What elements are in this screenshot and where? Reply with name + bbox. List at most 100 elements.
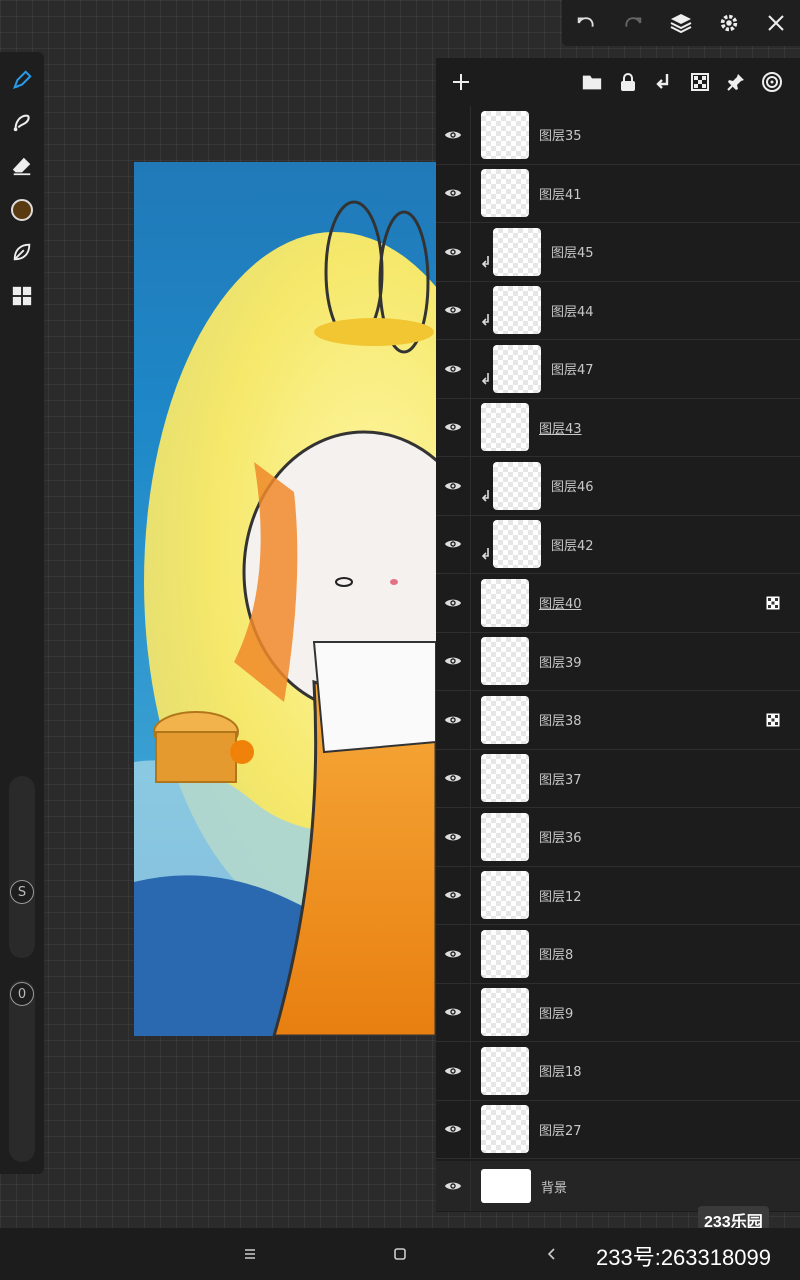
layer-name: 图层38	[539, 714, 582, 730]
visibility-eye-icon[interactable]	[436, 1122, 470, 1136]
clipping-arrow-icon	[481, 371, 492, 390]
visibility-eye-icon[interactable]	[436, 128, 470, 142]
clipping-mask-icon[interactable]	[646, 67, 682, 97]
layer-thumbnail	[481, 110, 529, 159]
layer-thumbnail	[481, 695, 529, 744]
layer-thumbnail	[493, 344, 541, 393]
visibility-eye-icon[interactable]	[436, 888, 470, 902]
layer-row[interactable]: 图层36	[436, 808, 800, 867]
lock-icon[interactable]	[610, 67, 646, 97]
layer-name: 图层9	[539, 1006, 574, 1022]
left-toolbar: S 0	[0, 52, 44, 1174]
layers-icon[interactable]	[665, 7, 697, 39]
smudge-icon[interactable]	[6, 106, 38, 138]
layer-thumbnail	[481, 578, 529, 627]
visibility-eye-icon[interactable]	[436, 947, 470, 961]
layer-thumbnail	[481, 754, 529, 803]
layer-row[interactable]: 图层37	[436, 749, 800, 808]
visibility-eye-icon[interactable]	[436, 245, 470, 259]
layer-row[interactable]: 图层35	[436, 106, 800, 165]
layer-thumbnail	[481, 1046, 529, 1095]
layer-row[interactable]: 图层9	[436, 983, 800, 1042]
visibility-eye-icon[interactable]	[436, 186, 470, 200]
brush-size-slider[interactable]	[9, 776, 35, 958]
canvas-artwork[interactable]	[134, 162, 436, 1036]
layers-panel: 图层35 图层41 图层45 图层44 图层47 图层43 图层46 图层42 图层40 图层39…	[436, 58, 800, 1212]
layer-thumbnail	[493, 286, 541, 335]
layer-row[interactable]: 图层40	[436, 574, 800, 633]
layer-thumbnail	[481, 1169, 531, 1203]
layer-thumbnail	[481, 871, 529, 920]
layer-thumbnail	[481, 637, 529, 686]
visibility-eye-icon[interactable]	[436, 479, 470, 493]
layer-row[interactable]: 图层42	[436, 515, 800, 574]
layer-thumbnail	[481, 988, 529, 1037]
watermark-id: 233号:263318099	[596, 1245, 771, 1270]
visibility-eye-icon[interactable]	[436, 771, 470, 785]
layer-row[interactable]: 图层12	[436, 866, 800, 925]
layer-row[interactable]: 图层44	[436, 281, 800, 340]
layer-name: 图层8	[539, 948, 574, 964]
visibility-eye-icon[interactable]	[436, 596, 470, 610]
layers-toolbar	[436, 58, 800, 106]
layer-row[interactable]: 图层46	[436, 457, 800, 516]
alpha-lock-badge-icon	[766, 595, 780, 614]
pin-icon[interactable]	[718, 67, 754, 97]
layer-row[interactable]: 图层8	[436, 925, 800, 984]
layer-thumbnail	[481, 1105, 529, 1154]
layer-list: 图层35 图层41 图层45 图层44 图层47 图层43 图层46 图层42 图层40 图层39…	[436, 106, 800, 1159]
alpha-lock-icon[interactable]	[682, 67, 718, 97]
undo-icon[interactable]	[570, 7, 602, 39]
layer-thumbnail	[493, 227, 541, 276]
eraser-icon[interactable]	[6, 150, 38, 182]
visibility-eye-icon[interactable]	[436, 1005, 470, 1019]
background-layer-row[interactable]: 背景	[436, 1161, 800, 1211]
visibility-eye-icon[interactable]	[436, 713, 470, 727]
layer-row[interactable]: 图层27	[436, 1100, 800, 1159]
color-picker-swatch[interactable]	[6, 194, 38, 226]
brush-size-knob[interactable]: S	[10, 880, 34, 904]
leaf-selection-icon[interactable]	[6, 236, 38, 268]
add-layer-icon[interactable]	[446, 67, 476, 97]
redo-icon[interactable]	[617, 7, 649, 39]
layer-row[interactable]: 图层41	[436, 164, 800, 223]
layer-name: 图层39	[539, 655, 582, 671]
layer-row[interactable]: 图层45	[436, 223, 800, 282]
brush-pen-icon[interactable]	[6, 64, 38, 96]
back-icon[interactable]	[540, 1242, 564, 1266]
visibility-eye-icon[interactable]	[436, 303, 470, 317]
folder-icon[interactable]	[574, 67, 610, 97]
layer-name: 图层18	[539, 1065, 582, 1081]
target-icon[interactable]	[754, 67, 790, 97]
layer-thumbnail	[481, 169, 529, 218]
layer-thumbnail	[493, 461, 541, 510]
layer-name: 背景	[541, 1180, 568, 1196]
opacity-knob[interactable]: 0	[10, 982, 34, 1006]
layer-row[interactable]: 图层38	[436, 691, 800, 750]
layer-name: 图层41	[539, 187, 582, 203]
layer-row[interactable]: 图层39	[436, 632, 800, 691]
alpha-lock-badge-icon	[766, 712, 780, 731]
opacity-slider[interactable]	[9, 980, 35, 1162]
clipping-arrow-icon	[481, 312, 492, 331]
layer-row[interactable]: 图层47	[436, 340, 800, 399]
layer-name: 图层27	[539, 1123, 582, 1139]
layer-name: 图层43	[539, 421, 582, 437]
layer-name: 图层35	[539, 129, 582, 145]
grid-menu-icon[interactable]	[6, 280, 38, 312]
home-icon[interactable]	[388, 1242, 412, 1266]
layer-thumbnail	[481, 403, 529, 452]
layer-row[interactable]: 图层18	[436, 1042, 800, 1101]
visibility-eye-icon[interactable]	[436, 420, 470, 434]
recent-apps-icon[interactable]	[238, 1242, 262, 1266]
visibility-eye-icon[interactable]	[436, 362, 470, 376]
visibility-eye-icon[interactable]	[436, 654, 470, 668]
visibility-eye-icon[interactable]	[436, 537, 470, 551]
settings-gear-icon[interactable]	[713, 7, 745, 39]
layer-row[interactable]: 图层43	[436, 398, 800, 457]
close-icon[interactable]	[760, 7, 792, 39]
visibility-eye-icon[interactable]	[436, 830, 470, 844]
clipping-arrow-icon	[481, 546, 492, 565]
visibility-eye-icon[interactable]	[436, 1179, 470, 1193]
visibility-eye-icon[interactable]	[436, 1064, 470, 1078]
